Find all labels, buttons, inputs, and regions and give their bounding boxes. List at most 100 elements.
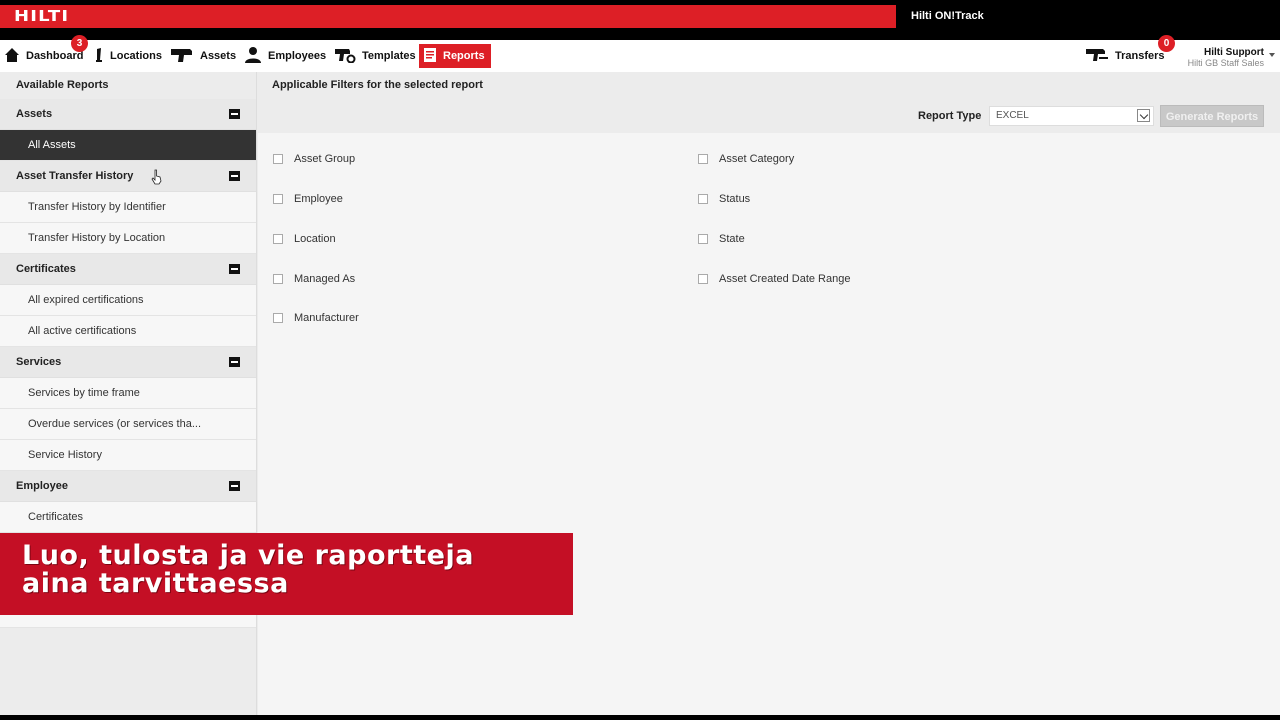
- report-type-select[interactable]: EXCEL: [989, 106, 1154, 126]
- nav-templates[interactable]: Templates: [334, 44, 416, 68]
- filters-panel: Applicable Filters for the selected repo…: [258, 72, 1280, 715]
- filter-state[interactable]: State: [698, 233, 745, 245]
- transfer-icon: [1085, 47, 1109, 66]
- filter-employee[interactable]: Employee: [273, 193, 343, 205]
- sidebar-item-overdue-services[interactable]: Overdue services (or services tha...: [0, 409, 256, 440]
- location-icon: [94, 47, 104, 66]
- sidebar-item-transfer-history-location[interactable]: Transfer History by Location: [0, 223, 256, 254]
- filter-label: Employee: [294, 193, 343, 205]
- report-icon: [423, 47, 437, 66]
- collapse-icon[interactable]: [229, 264, 240, 274]
- sidebar-item-all-assets[interactable]: All Assets: [0, 130, 256, 161]
- bottom-bar: [0, 715, 1280, 720]
- checkbox[interactable]: [273, 194, 283, 204]
- nav-locations-label: Locations: [110, 50, 162, 62]
- sidebar-item-services-time-frame[interactable]: Services by time frame: [0, 378, 256, 409]
- nav-dashboard-label: Dashboard: [26, 50, 84, 62]
- sidebar-item-transfer-history-identifier[interactable]: Transfer History by Identifier: [0, 192, 256, 223]
- filter-asset-group[interactable]: Asset Group: [273, 153, 355, 165]
- home-icon: [4, 47, 20, 66]
- nav-transfers[interactable]: Transfers: [1085, 44, 1165, 68]
- checkbox[interactable]: [698, 154, 708, 164]
- checkbox[interactable]: [698, 234, 708, 244]
- report-toolbar: Report Type EXCEL Generate Reports: [258, 99, 1280, 133]
- drill-icon: [170, 47, 194, 66]
- filter-asset-created-date-range[interactable]: Asset Created Date Range: [698, 273, 850, 285]
- caption-text: Luo, tulosta ja vie raportteja aina tarv…: [22, 542, 474, 598]
- nav-reports-label: Reports: [443, 50, 485, 62]
- user-name: Hilti Support: [1204, 47, 1264, 58]
- report-type-label: Report Type: [918, 110, 982, 122]
- nav-locations[interactable]: Locations: [94, 44, 162, 68]
- user-menu[interactable]: Hilti Support Hilti GB Staff Sales: [1188, 47, 1264, 68]
- checkbox[interactable]: [273, 154, 283, 164]
- video-caption-banner: Luo, tulosta ja vie raportteja aina tarv…: [0, 533, 573, 615]
- report-type-value: EXCEL: [996, 110, 1029, 121]
- template-icon: [334, 47, 356, 66]
- checkbox[interactable]: [698, 274, 708, 284]
- chevron-down-icon[interactable]: [1269, 53, 1275, 57]
- collapse-icon[interactable]: [229, 357, 240, 367]
- sidebar-group-asset-transfer-history[interactable]: Asset Transfer History: [0, 161, 256, 192]
- caption-line-2: aina tarvittaessa: [22, 568, 289, 599]
- nav-transfers-label: Transfers: [1115, 50, 1165, 62]
- top-bar: HILTI Hilti ON!Track: [0, 0, 1280, 40]
- checkbox[interactable]: [273, 234, 283, 244]
- nav-assets-label: Assets: [200, 50, 237, 62]
- sidebar-group-assets[interactable]: Assets: [0, 99, 256, 130]
- filter-managed-as[interactable]: Managed As: [273, 273, 355, 285]
- generate-reports-button[interactable]: Generate Reports: [1160, 105, 1264, 127]
- group-label: Asset Transfer History: [16, 170, 134, 182]
- filter-label: Managed As: [294, 273, 356, 285]
- sidebar-item-expired-certifications[interactable]: All expired certifications: [0, 285, 256, 316]
- filter-label: Status: [719, 193, 751, 205]
- transfers-badge: 0: [1158, 35, 1175, 52]
- person-icon: [244, 46, 262, 66]
- chevron-down-icon[interactable]: [1137, 109, 1150, 122]
- content-area: Available Reports Assets All Assets Asse…: [0, 72, 1280, 715]
- sidebar-item-service-history[interactable]: Service History: [0, 440, 256, 471]
- collapse-icon[interactable]: [229, 109, 240, 119]
- sidebar-item-employee-certificates[interactable]: Certificates: [0, 502, 256, 533]
- filter-location[interactable]: Location: [273, 233, 336, 245]
- filter-list: Asset Group Employee Location Managed As…: [258, 133, 1280, 715]
- caption-line-1: Luo, tulosta ja vie raportteja: [22, 540, 474, 571]
- filter-label: Asset Created Date Range: [719, 273, 851, 285]
- brand-bar: HILTI: [0, 5, 896, 28]
- nav-employees[interactable]: Employees: [244, 44, 326, 68]
- filter-label: Asset Group: [294, 153, 356, 165]
- group-label: Assets: [16, 108, 53, 120]
- hilti-logo[interactable]: HILTI: [14, 9, 120, 24]
- filter-label: State: [719, 233, 745, 245]
- filter-label: Location: [294, 233, 336, 245]
- nav-employees-label: Employees: [268, 50, 327, 62]
- nav-reports[interactable]: Reports: [419, 44, 491, 68]
- filter-manufacturer[interactable]: Manufacturer: [273, 312, 359, 324]
- dashboard-badge: 3: [71, 35, 88, 52]
- app-title: Hilti ON!Track: [911, 10, 984, 22]
- hand-cursor-icon: [151, 169, 163, 185]
- checkbox[interactable]: [273, 274, 283, 284]
- collapse-icon[interactable]: [229, 171, 240, 181]
- collapse-icon[interactable]: [229, 481, 240, 491]
- sidebar-group-services[interactable]: Services: [0, 347, 256, 378]
- checkbox[interactable]: [273, 313, 283, 323]
- sidebar-item-active-certifications[interactable]: All active certifications: [0, 316, 256, 347]
- report-sidebar: Available Reports Assets All Assets Asse…: [0, 72, 257, 715]
- checkbox[interactable]: [698, 194, 708, 204]
- user-org: Hilti GB Staff Sales: [1187, 58, 1264, 68]
- nav-assets[interactable]: Assets: [170, 44, 236, 68]
- sidebar-group-certificates[interactable]: Certificates: [0, 254, 256, 285]
- sidebar-group-employee[interactable]: Employee: [0, 471, 256, 502]
- nav-templates-label: Templates: [362, 50, 416, 62]
- group-label: Services: [16, 356, 62, 368]
- filter-asset-category[interactable]: Asset Category: [698, 153, 794, 165]
- group-label: Certificates: [16, 263, 76, 275]
- filter-status[interactable]: Status: [698, 193, 750, 205]
- filters-title: Applicable Filters for the selected repo…: [258, 72, 1280, 99]
- group-label: Employee: [16, 480, 68, 492]
- filter-label: Manufacturer: [294, 312, 359, 324]
- sidebar-title: Available Reports: [16, 79, 109, 91]
- main-nav: Dashboard 3 Locations Assets Employees T…: [0, 35, 1280, 72]
- filter-label: Asset Category: [719, 153, 795, 165]
